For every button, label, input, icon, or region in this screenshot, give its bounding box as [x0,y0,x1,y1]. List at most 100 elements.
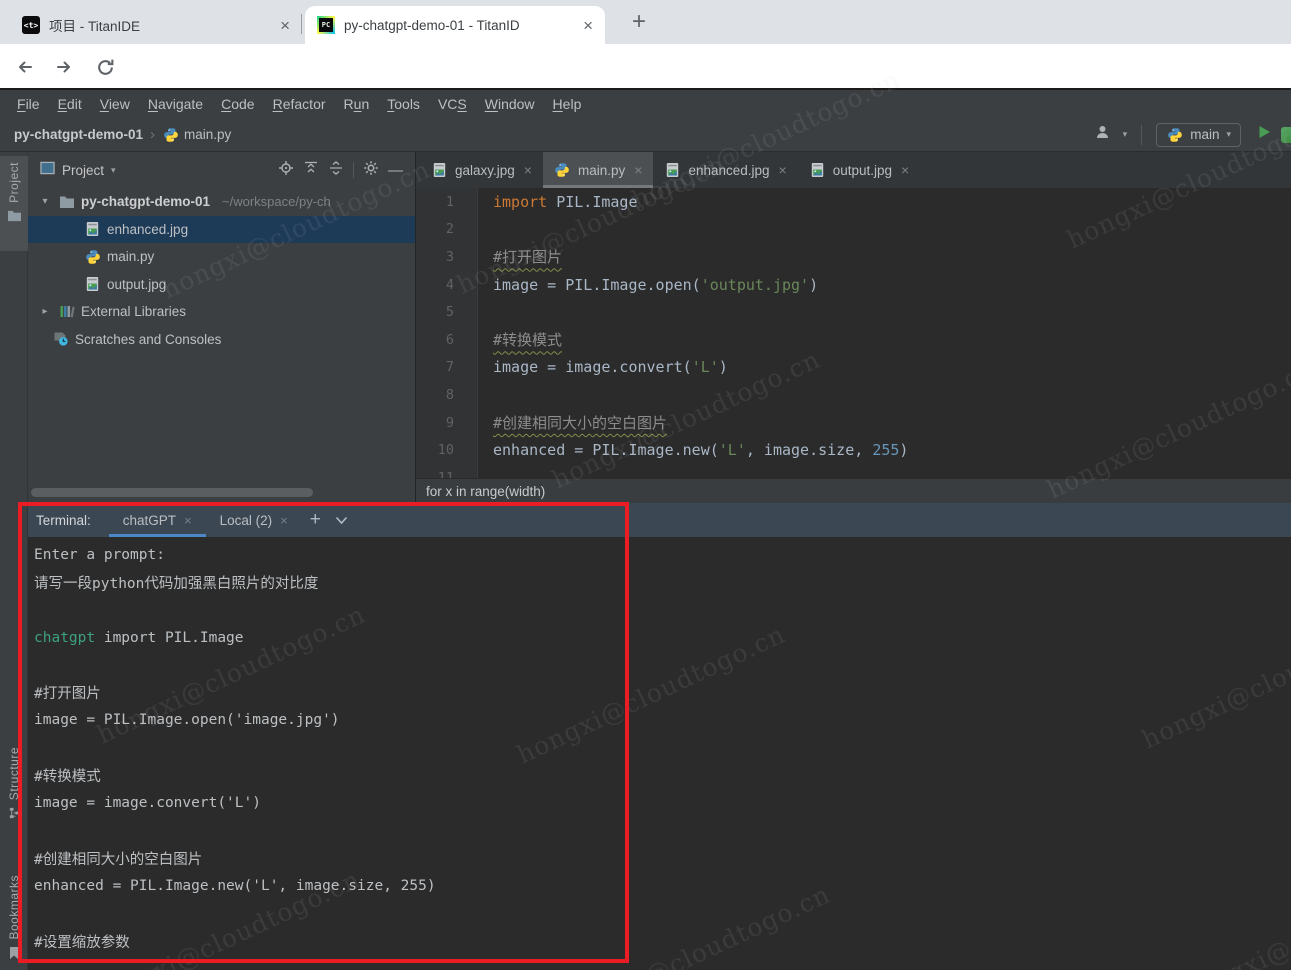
user-dropdown-icon[interactable]: ▾ [1123,129,1128,140]
line-number: 8 [416,387,478,403]
editor-tab-galaxy.jpg[interactable]: galaxy.jpg× [420,152,543,188]
project-tree: ▾py-chatgpt-demo-01~/workspace/py-chenha… [28,188,415,353]
sessions-dropdown-icon[interactable] [335,516,348,525]
project-panel-title[interactable]: Project [62,163,104,178]
chevron-down-icon[interactable]: ▾ [111,165,116,176]
close-tab-icon[interactable]: × [524,162,532,178]
close-tab-icon[interactable]: × [901,162,909,178]
menu-edit[interactable]: Edit [49,96,91,112]
stripe-tab-structure[interactable]: Structure [0,747,28,847]
breadcrumb-file[interactable]: main.py [184,127,231,142]
browser-tab-strip: <t> 项目 - TitanIDE × PC py-chatgpt-demo-0… [0,0,1291,44]
new-tab-button[interactable]: + [624,7,654,37]
editor-tab-main.py[interactable]: main.py× [543,152,653,188]
tree-item[interactable]: enhanced.jpg [28,216,415,244]
editor-tab-enhanced.jpg[interactable]: enhanced.jpg × [653,152,797,188]
tree-item[interactable]: Scratches and Consoles [28,326,415,354]
collapse-all-icon[interactable] [328,160,344,181]
tree-item-label: External Libraries [81,304,186,319]
sticky-scope-text: for x in range(width) [426,484,545,499]
screen: <t> 项目 - TitanIDE × PC py-chatgpt-demo-0… [0,0,1291,970]
tree-item[interactable]: main.py [28,243,415,271]
ide-menubar: FileEditViewNavigateCodeRefactorRunTools… [0,88,1291,118]
terminal-tab-local-(2)[interactable]: Local (2) × [206,503,302,537]
menu-code[interactable]: Code [212,96,263,112]
line-number: 6 [416,332,478,348]
editor-tab-output.jpg[interactable]: output.jpg × [798,152,921,188]
project-panel: Project ▾ — ▾py-chatgpt-demo-01~/works [28,152,415,503]
tree-item[interactable]: ▸ External Libraries [28,298,415,326]
stripe-tab-project[interactable]: Project [0,156,28,251]
terminal-line [34,651,1291,679]
terminal-tabs: chatGPT× Local (2) × [109,503,302,537]
browser-tab-titanide[interactable]: <t> 项目 - TitanIDE × [10,6,302,44]
menu-tools[interactable]: Tools [378,96,429,112]
code-segment: 'output.jpg' [701,276,809,294]
code-segment: #创建相同大小的空白图片 [493,414,667,432]
code-segment: image = PIL.Image.open( [493,276,701,294]
divider [353,162,354,178]
close-tab-icon[interactable]: × [583,17,593,34]
browser-tab-pycharm[interactable]: PC py-chatgpt-demo-01 - TitanID × [305,6,605,44]
close-tab-icon[interactable]: × [634,162,642,178]
titanide-favicon-icon: <t> [22,16,40,34]
close-tab-icon[interactable]: × [779,162,787,178]
line-number: 9 [416,415,478,431]
tree-item[interactable]: ▾py-chatgpt-demo-01~/workspace/py-ch [28,188,415,216]
close-session-icon[interactable]: × [280,513,288,528]
run-config-name: main [1190,127,1219,142]
run-button[interactable] [1257,125,1271,144]
chevron-down-icon[interactable]: ▾ [38,196,52,207]
terminal-output[interactable]: Enter a prompt:请写一段python代码加强黑白照片的对比度cha… [28,537,1291,970]
sticky-scope-line: for x in range(width) [416,478,1291,503]
menu-file[interactable]: File [8,96,49,112]
menu-vcs[interactable]: VCS [429,96,476,112]
reload-icon[interactable] [94,56,116,78]
menu-refactor[interactable]: Refactor [264,96,335,112]
code-area[interactable]: 1import PIL.Image23#打开图片4image = PIL.Ima… [416,188,1291,478]
chevron-down-icon: ▾ [1226,129,1231,140]
chevron-right-icon[interactable]: ▸ [38,306,52,317]
code-segment: PIL.Image [547,193,637,211]
image-icon [809,162,826,178]
line-number: 2 [416,221,478,237]
terminal-line: #打开图片 [34,679,1291,707]
settings-gear-icon[interactable] [363,160,379,181]
structure-icon [8,806,21,824]
line-number: 4 [416,277,478,293]
tree-item[interactable]: output.jpg [28,271,415,299]
menu-window[interactable]: Window [476,96,544,112]
debug-icon[interactable] [1281,127,1291,143]
back-icon[interactable] [14,56,36,78]
new-session-icon[interactable]: + [310,509,321,531]
terminal-segment: #转换模式 [34,765,101,786]
divider [1141,125,1142,145]
close-tab-icon[interactable]: × [280,17,290,34]
terminal-segment: #设置缩放参数 [34,931,130,952]
terminal-tab-chatgpt[interactable]: chatGPT× [109,503,206,537]
locate-file-icon[interactable] [278,160,294,181]
forward-icon[interactable] [53,56,75,78]
editor-tab-label: output.jpg [833,163,892,178]
editor-tab-label: enhanced.jpg [688,163,769,178]
stripe-tab-bookmarks[interactable]: Bookmarks [0,875,28,970]
tree-item-label: py-chatgpt-demo-01 [81,194,210,209]
menu-run[interactable]: Run [335,96,379,112]
folder-icon [7,209,22,227]
menu-navigate[interactable]: Navigate [139,96,212,112]
scratches-icon [52,331,69,347]
hide-panel-icon[interactable]: — [388,162,403,179]
horizontal-scrollbar[interactable] [31,488,313,497]
breadcrumb-project[interactable]: py-chatgpt-demo-01 [14,127,143,142]
user-icon[interactable] [1095,124,1113,145]
stripe-label: Structure [7,747,21,800]
menu-view[interactable]: View [91,96,139,112]
code-line: 11 [416,464,1291,478]
python-file-icon [162,127,179,143]
expand-all-icon[interactable] [303,160,319,181]
run-config-selector[interactable]: main ▾ [1156,123,1241,147]
menu-help[interactable]: Help [544,96,591,112]
terminal-line [34,817,1291,845]
close-session-icon[interactable]: × [184,513,192,528]
terminal-tab-label: Local (2) [220,513,273,528]
